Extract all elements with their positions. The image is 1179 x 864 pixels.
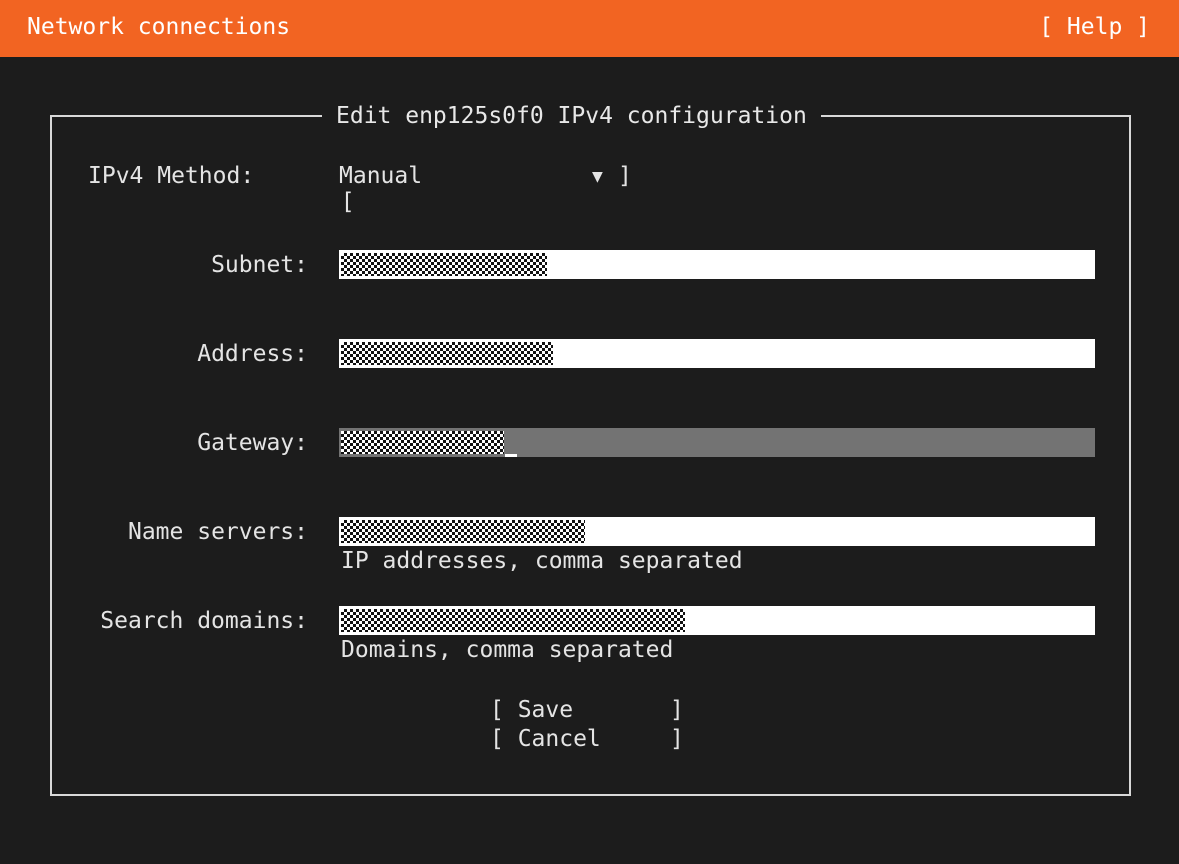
address-input[interactable] (339, 339, 1095, 368)
dropdown-arrow-icon: ▼ (592, 166, 603, 187)
redacted-value (341, 342, 553, 365)
redacted-value (341, 609, 685, 632)
ipv4-method-value: Manual (339, 163, 423, 189)
search-domains-label: Search domains: (100, 608, 308, 634)
search-domains-hint: Domains, comma separated (341, 637, 674, 663)
subnet-input[interactable] (339, 250, 1095, 279)
ipv4-method-label: IPv4 Method: (88, 163, 255, 189)
gateway-label: Gateway: (197, 430, 308, 456)
name-servers-label: Name servers: (127, 519, 308, 545)
header-title: Network connections (27, 14, 291, 40)
redacted-value (341, 253, 547, 276)
help-button[interactable]: [ Help ] (1039, 14, 1150, 40)
redacted-value (341, 520, 585, 543)
header-bar: Network connections [ Help ] (0, 0, 1179, 57)
select-close-bracket: ] (618, 163, 632, 189)
name-servers-input[interactable] (339, 517, 1095, 546)
dialog-title: Edit enp125s0f0 IPv4 configuration (322, 103, 821, 129)
redacted-value (341, 431, 504, 454)
subnet-label: Subnet: (211, 252, 308, 278)
name-servers-hint: IP addresses, comma separated (341, 548, 743, 574)
cancel-button[interactable]: [ Cancel ] (490, 726, 684, 752)
search-domains-input[interactable] (339, 606, 1095, 635)
address-label: Address: (197, 341, 308, 367)
text-cursor (505, 454, 517, 457)
save-button[interactable]: [ Save ] (490, 697, 684, 723)
gateway-input[interactable] (339, 428, 1095, 457)
select-open-bracket: [ (340, 189, 355, 215)
